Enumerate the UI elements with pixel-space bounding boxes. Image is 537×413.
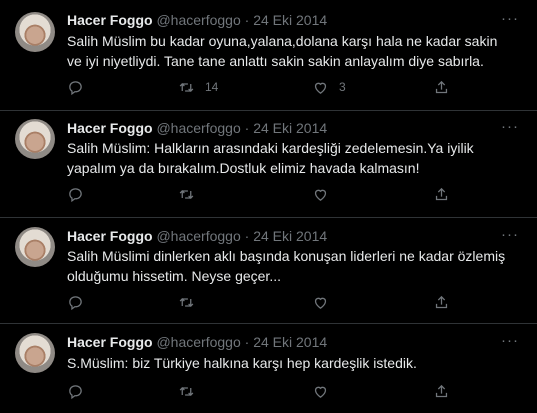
tweet-text: Salih Müslim: Halkların arasındaki karde…	[67, 140, 474, 176]
share-button[interactable]	[433, 294, 450, 311]
tweet-date[interactable]: 24 Eki 2014	[253, 120, 327, 136]
separator: ·	[244, 334, 250, 350]
tweet-text: Salih Müslimi dinlerken aklı başında kon…	[67, 248, 506, 284]
author-handle[interactable]: @hacerfoggo	[156, 228, 240, 244]
retweet-button[interactable]	[178, 294, 205, 311]
like-icon	[314, 189, 327, 201]
reply-button[interactable]	[67, 383, 84, 400]
tweet-date[interactable]: 24 Eki 2014	[253, 228, 327, 244]
avatar[interactable]	[15, 333, 55, 373]
tweet-text: Salih Müslim bu kadar oyuna,yalana,dolan…	[67, 33, 498, 69]
share-button[interactable]	[433, 79, 450, 96]
avatar[interactable]	[15, 119, 55, 159]
tweet-header: Hacer Foggo @hacerfoggo · 24 Eki 2014	[67, 11, 327, 29]
tweet-date[interactable]: 24 Eki 2014	[253, 12, 327, 28]
author-handle[interactable]: @hacerfoggo	[156, 12, 240, 28]
more-icon[interactable]: ···	[501, 11, 519, 26]
retweet-icon	[179, 298, 194, 307]
tweet-header: Hacer Foggo @hacerfoggo · 24 Eki 2014	[67, 119, 327, 137]
tweet-actions: 14 3	[67, 79, 450, 97]
author-name[interactable]: Hacer Foggo	[67, 334, 153, 350]
avatar[interactable]	[15, 227, 55, 267]
retweet-button[interactable]	[178, 383, 205, 400]
tweet-header: Hacer Foggo @hacerfoggo · 24 Eki 2014	[67, 227, 327, 245]
like-button[interactable]	[312, 186, 339, 203]
tweet-date[interactable]: 24 Eki 2014	[253, 334, 327, 350]
separator: ·	[244, 12, 250, 28]
share-icon	[435, 80, 448, 94]
like-count: 3	[339, 80, 346, 94]
tweet[interactable]: Hacer Foggo @hacerfoggo · 24 Eki 2014 ··…	[0, 110, 537, 217]
like-icon	[314, 386, 327, 398]
author-name[interactable]: Hacer Foggo	[67, 120, 153, 136]
tweet[interactable]: Hacer Foggo @hacerfoggo · 24 Eki 2014 ··…	[0, 323, 537, 413]
author-name[interactable]: Hacer Foggo	[67, 228, 153, 244]
more-icon[interactable]: ···	[501, 333, 519, 348]
like-button[interactable]	[312, 383, 339, 400]
like-button[interactable]: 3	[312, 79, 346, 96]
reply-icon	[69, 81, 82, 96]
tweet-actions	[67, 186, 450, 204]
reply-icon	[69, 296, 82, 311]
separator: ·	[244, 120, 250, 136]
retweet-icon	[179, 83, 194, 92]
separator: ·	[244, 228, 250, 244]
share-icon	[435, 384, 448, 398]
like-button[interactable]	[312, 294, 339, 311]
reply-button[interactable]	[67, 79, 84, 96]
tweet[interactable]: Hacer Foggo @hacerfoggo · 24 Eki 2014 ··…	[0, 217, 537, 323]
more-icon[interactable]: ···	[501, 227, 519, 242]
author-name[interactable]: Hacer Foggo	[67, 12, 153, 28]
retweet-count: 14	[205, 80, 219, 94]
reply-button[interactable]	[67, 294, 84, 311]
retweet-icon	[179, 190, 194, 199]
share-icon	[435, 187, 448, 201]
share-button[interactable]	[433, 383, 450, 400]
reply-button[interactable]	[67, 186, 84, 203]
retweet-button[interactable]: 14	[178, 79, 218, 96]
author-handle[interactable]: @hacerfoggo	[156, 120, 240, 136]
like-icon	[314, 297, 327, 309]
tweet-text: S.Müslim: biz Türkiye halkına karşı hep …	[67, 355, 417, 371]
tweet-actions	[67, 383, 450, 401]
tweet[interactable]: Hacer Foggo @hacerfoggo · 24 Eki 2014 ··…	[0, 0, 537, 110]
tweet-actions	[67, 294, 450, 312]
retweet-icon	[179, 387, 194, 396]
tweet-header: Hacer Foggo @hacerfoggo · 24 Eki 2014	[67, 333, 327, 351]
retweet-button[interactable]	[178, 186, 205, 203]
avatar[interactable]	[15, 12, 55, 52]
share-button[interactable]	[433, 186, 450, 203]
reply-icon	[69, 188, 82, 203]
like-icon	[314, 82, 327, 94]
share-icon	[435, 295, 448, 309]
reply-icon	[69, 385, 82, 400]
more-icon[interactable]: ···	[501, 119, 519, 134]
author-handle[interactable]: @hacerfoggo	[156, 334, 240, 350]
